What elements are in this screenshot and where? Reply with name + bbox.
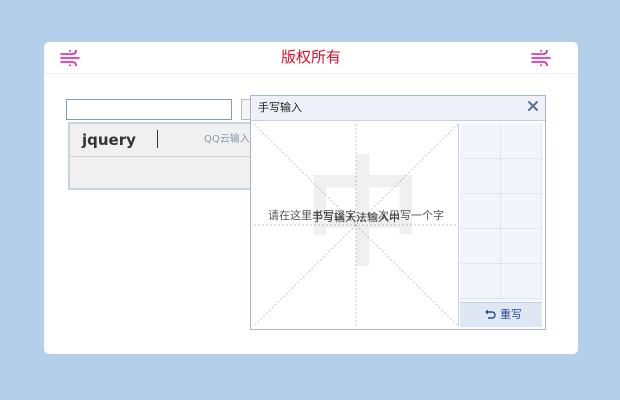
- candidate-cell[interactable]: [501, 124, 542, 159]
- candidate-cell[interactable]: [501, 229, 542, 264]
- handwriting-titlebar: 手写输入: [251, 96, 545, 121]
- suggestion-text: jquery: [82, 131, 136, 149]
- rewrite-label: 重写: [500, 308, 522, 321]
- candidate-cell[interactable]: [460, 159, 501, 194]
- suggestion-box: jquery QQ云输入: [68, 122, 259, 190]
- candidate-cell[interactable]: [460, 124, 501, 159]
- candidate-grid: [460, 124, 542, 301]
- rewrite-button[interactable]: 重写: [460, 302, 542, 327]
- main-card: 版权所有 jquery QQ云输入 手写输入 中 请在这里书写汉字，一次只写一个…: [44, 42, 578, 354]
- candidate-cell[interactable]: [460, 229, 501, 264]
- wind-icon: [531, 50, 551, 66]
- text-caret: [157, 130, 158, 148]
- search-input[interactable]: [66, 99, 232, 120]
- candidate-cell[interactable]: [460, 194, 501, 229]
- handwriting-canvas[interactable]: 中 请在这里书写汉字，一次只写一个字 手写输入法输入中: [254, 124, 459, 326]
- handwriting-title: 手写输入: [258, 101, 302, 114]
- candidate-cell[interactable]: [501, 264, 542, 299]
- card-header: 版权所有: [44, 42, 578, 74]
- handwriting-panel: 手写输入 中 请在这里书写汉字，一次只写一个字 手写输入法输入中 重写: [250, 95, 546, 330]
- suggestion-row[interactable]: jquery QQ云输入: [70, 124, 257, 157]
- undo-icon: [485, 309, 496, 319]
- close-icon[interactable]: [527, 100, 539, 112]
- page-title: 版权所有: [280, 48, 341, 66]
- candidate-cell[interactable]: [460, 264, 501, 299]
- handwriting-status: 手写输入法输入中: [312, 211, 400, 224]
- suggestion-source-tag: QQ云输入: [204, 134, 250, 145]
- candidate-cell[interactable]: [501, 194, 542, 229]
- candidate-cell[interactable]: [501, 159, 542, 194]
